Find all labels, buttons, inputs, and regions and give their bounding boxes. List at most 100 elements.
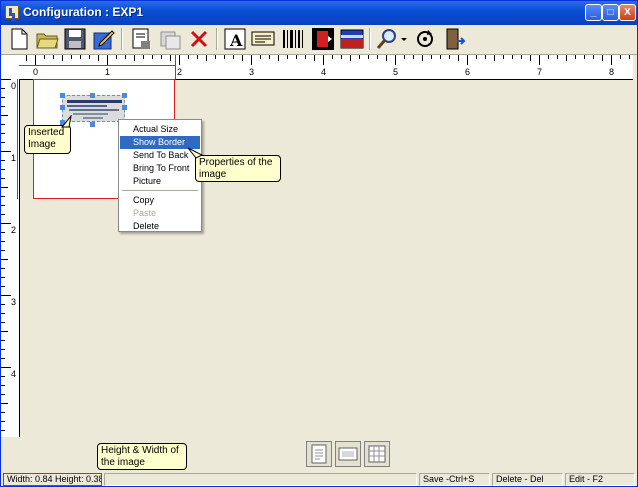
ruler-label: 7 xyxy=(537,67,543,77)
ruler-tick xyxy=(35,55,36,65)
ruler-tick xyxy=(224,55,225,59)
resize-handle[interactable] xyxy=(90,93,95,98)
text-frame-button[interactable] xyxy=(251,27,275,51)
ruler-tick xyxy=(143,55,144,59)
zoom-dropdown[interactable] xyxy=(399,27,409,51)
new-document-button[interactable] xyxy=(7,27,31,51)
ruler-tick xyxy=(197,55,198,59)
ruler-tick xyxy=(404,55,405,59)
delete-button[interactable] xyxy=(187,27,211,51)
ruler-label: 2 xyxy=(177,67,183,77)
menu-item-delete[interactable]: Delete xyxy=(120,220,200,233)
open-button[interactable] xyxy=(35,27,59,51)
status-save-shortcut: Save -Ctrl+S xyxy=(419,473,490,486)
ruler-tick xyxy=(341,55,342,59)
ruler-tick xyxy=(1,268,5,269)
ruler-tick xyxy=(611,55,612,65)
rotate-button[interactable] xyxy=(413,27,437,51)
resize-handle[interactable] xyxy=(60,93,65,98)
ruler-tick xyxy=(1,115,8,116)
ruler-tick xyxy=(62,55,63,61)
resize-handle[interactable] xyxy=(122,105,127,110)
ruler-tick xyxy=(1,187,8,188)
ruler-tick xyxy=(503,55,504,59)
ruler-tick xyxy=(314,55,315,61)
resize-handle[interactable] xyxy=(60,105,65,110)
ruler-tick xyxy=(431,55,432,59)
zoom-icon xyxy=(376,29,396,49)
record-button[interactable] xyxy=(311,27,335,51)
status-bar: Width: 0.84 Height: 0.38 Save -Ctrl+S De… xyxy=(1,472,637,486)
text-tool-button[interactable]: A xyxy=(223,27,247,51)
ruler-tick xyxy=(584,55,585,59)
ruler-tick xyxy=(269,55,270,59)
ruler-tick xyxy=(1,223,11,224)
menu-item-paste: Paste xyxy=(133,208,157,218)
menu-item-bring-to-front[interactable]: Bring To Front xyxy=(120,162,200,175)
ruler-tick xyxy=(242,55,243,61)
status-dimensions: Width: 0.84 Height: 0.38 xyxy=(3,473,102,486)
vertical-ruler: 0 1 2 3 4 xyxy=(1,79,20,437)
resize-handle[interactable] xyxy=(90,122,95,127)
barcode-icon xyxy=(283,30,303,48)
copy-layout-icon xyxy=(160,31,181,50)
chevron-down-icon xyxy=(401,38,407,41)
ruler-tick xyxy=(71,55,72,59)
menu-separator xyxy=(122,190,198,191)
grid-view-icon xyxy=(368,445,386,463)
ruler-corner xyxy=(1,55,19,79)
status-edit-shortcut: Edit - F2 xyxy=(565,473,635,486)
ruler-tick xyxy=(359,55,360,59)
ruler-tick xyxy=(1,403,8,404)
minimize-button[interactable]: _ xyxy=(585,4,602,21)
status-delete-shortcut: Delete - Del xyxy=(492,473,563,486)
ruler-tick xyxy=(413,55,414,59)
ruler-tick xyxy=(1,313,5,314)
title-bar[interactable]: Configuration : EXP1 _ □ X xyxy=(1,1,637,25)
ruler-tick xyxy=(602,55,603,61)
zoom-button[interactable] xyxy=(375,27,399,51)
callout-pointer xyxy=(61,115,72,128)
ruler-tick xyxy=(620,55,621,59)
ruler-marker xyxy=(175,55,176,79)
image-icon xyxy=(340,29,364,49)
page-view-button[interactable] xyxy=(306,441,332,467)
toolbar: A xyxy=(1,25,637,55)
ruler-tick xyxy=(305,55,306,59)
page-setup-button[interactable] xyxy=(129,27,153,51)
copy-layout-button[interactable] xyxy=(158,27,182,51)
ruler-tick xyxy=(557,55,558,59)
label-view-icon xyxy=(338,447,358,461)
label-view-button[interactable] xyxy=(335,441,361,467)
image-button[interactable] xyxy=(340,27,364,51)
ruler-marker xyxy=(17,79,18,199)
new-document-icon xyxy=(11,28,28,50)
barcode-button[interactable] xyxy=(281,27,305,51)
exit-button[interactable] xyxy=(443,27,467,51)
ruler-label: 1 xyxy=(105,67,111,77)
window-title: Configuration : EXP1 xyxy=(23,5,143,19)
save-button[interactable] xyxy=(63,27,87,51)
delete-x-icon xyxy=(190,30,208,48)
maximize-button[interactable]: □ xyxy=(602,4,619,21)
ruler-tick xyxy=(215,55,216,59)
resize-handle[interactable] xyxy=(122,93,127,98)
grid-view-button[interactable] xyxy=(364,441,390,467)
ruler-tick xyxy=(629,55,630,59)
ruler-tick xyxy=(1,160,5,161)
menu-item-copy[interactable]: Copy xyxy=(120,194,200,207)
ruler-tick xyxy=(1,322,5,323)
ruler-tick xyxy=(1,412,5,413)
ruler-tick xyxy=(1,304,5,305)
ruler-tick xyxy=(1,232,5,233)
menu-item-picture[interactable]: Picture xyxy=(120,175,200,188)
ruler-label: 3 xyxy=(249,67,255,77)
save-disk-icon xyxy=(64,28,86,50)
ruler-label: 8 xyxy=(609,67,615,77)
ruler-tick xyxy=(593,55,594,59)
close-button[interactable]: X xyxy=(619,4,636,21)
menu-item-actual-size[interactable]: Actual Size xyxy=(120,123,200,136)
ruler-tick xyxy=(1,295,11,296)
edit-page-button[interactable] xyxy=(92,27,116,51)
ruler-label: 0 xyxy=(33,67,39,77)
